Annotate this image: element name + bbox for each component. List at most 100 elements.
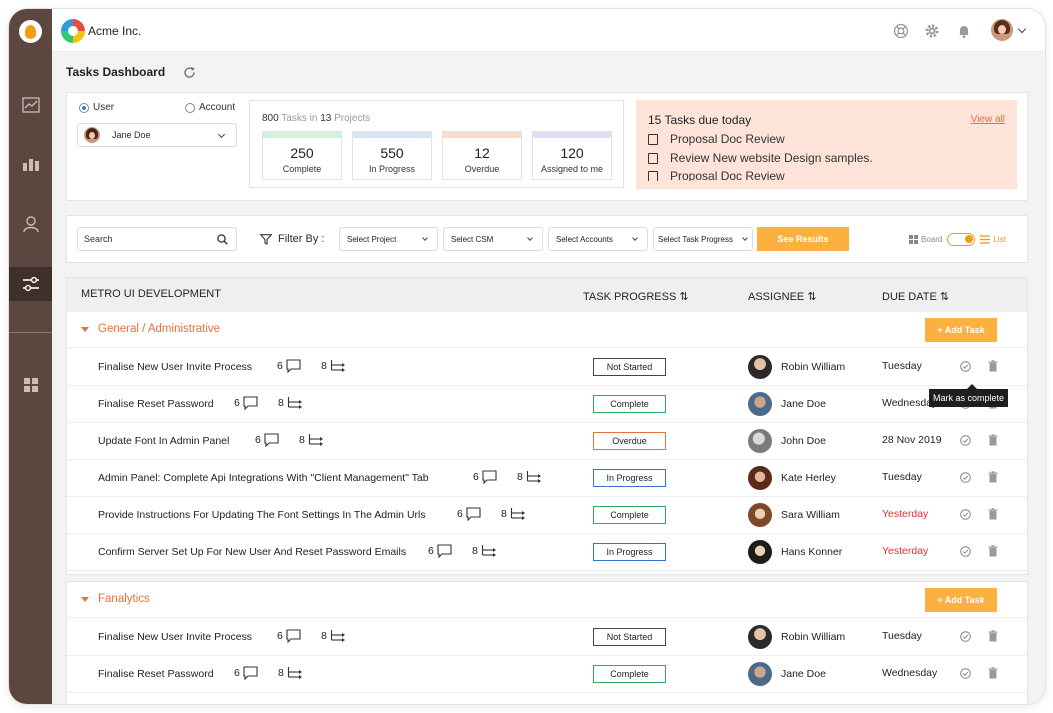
view-toggle[interactable]: Board List bbox=[909, 233, 1006, 246]
comment-count[interactable]: 6 bbox=[428, 544, 452, 558]
status-badge[interactable]: In Progress bbox=[593, 469, 666, 487]
subtask-count[interactable]: 8 bbox=[517, 470, 542, 483]
view-all-link[interactable]: View all bbox=[971, 114, 1005, 125]
comment-count[interactable]: 6 bbox=[473, 470, 497, 484]
status-badge[interactable]: Not Started bbox=[593, 628, 666, 646]
assignee-name[interactable]: Jane Doe bbox=[781, 398, 826, 410]
table-row[interactable]: Provide Instructions For Updating The Fo… bbox=[67, 497, 1027, 534]
search-icon[interactable] bbox=[217, 234, 228, 245]
column-assignee[interactable]: ASSIGNEE ⇅ bbox=[748, 290, 817, 303]
task-name[interactable]: Finalise Reset Password bbox=[98, 398, 214, 410]
mark-complete-icon[interactable] bbox=[960, 509, 971, 520]
assignee-name[interactable]: Kate Herley bbox=[781, 472, 836, 484]
comment-count[interactable]: 6 bbox=[255, 433, 279, 447]
table-row[interactable]: Update Font In Admin Panel 6 8 Overdue John … bbox=[67, 423, 1027, 460]
see-results-button[interactable]: See Results bbox=[757, 227, 849, 251]
scope-radio-account[interactable]: Account bbox=[185, 102, 235, 113]
table-row[interactable]: Admin Panel: Complete Api Integrations W… bbox=[67, 460, 1027, 497]
trash-icon[interactable] bbox=[988, 545, 998, 557]
table-row[interactable]: Finalise New User Invite Process 6 8 Not St… bbox=[67, 619, 1027, 656]
due-item[interactable]: Review New website Design samples. bbox=[648, 151, 873, 165]
app-logo[interactable] bbox=[19, 20, 42, 43]
status-badge[interactable]: In Progress bbox=[593, 543, 666, 561]
table-row[interactable]: Confirm Server Set Up For New User And R… bbox=[67, 534, 1027, 571]
user-avatar[interactable] bbox=[991, 19, 1013, 41]
group-title[interactable]: Fanalytics bbox=[98, 593, 150, 605]
status-badge[interactable]: Not Started bbox=[593, 358, 666, 376]
subtask-count[interactable]: 8 bbox=[278, 666, 303, 679]
select-project-dropdown[interactable]: Select Project bbox=[339, 227, 438, 251]
task-name[interactable]: Update Font In Admin Panel bbox=[98, 435, 229, 447]
add-task-button[interactable]: + Add Task bbox=[925, 588, 997, 612]
group-title[interactable]: General / Administrative bbox=[98, 323, 220, 335]
caret-down-icon[interactable] bbox=[81, 597, 89, 602]
stat-in-progress[interactable]: 550 In Progress bbox=[352, 131, 432, 180]
assignee-name[interactable]: Jane Doe bbox=[781, 668, 826, 680]
table-row[interactable]: Finalise Reset Password 6 8 Complete Jane Do… bbox=[67, 656, 1027, 693]
subtask-count[interactable]: 8 bbox=[321, 629, 346, 642]
trash-icon[interactable] bbox=[988, 471, 998, 483]
due-item[interactable]: Proposal Doc Review bbox=[648, 169, 785, 181]
trash-icon[interactable] bbox=[988, 667, 998, 679]
refresh-icon[interactable] bbox=[183, 66, 196, 79]
subtask-count[interactable]: 8 bbox=[321, 359, 346, 372]
sidebar-item-reports[interactable] bbox=[9, 147, 52, 181]
caret-down-icon[interactable] bbox=[81, 327, 89, 332]
subtask-count[interactable]: 8 bbox=[472, 544, 497, 557]
assignee-name[interactable]: Robin William bbox=[781, 361, 845, 373]
sidebar-item-users[interactable] bbox=[9, 207, 52, 241]
mark-complete-icon[interactable] bbox=[960, 435, 971, 446]
select-csm-dropdown[interactable]: Select CSM bbox=[443, 227, 543, 251]
scope-radio-user[interactable]: User bbox=[79, 102, 114, 113]
assignee-name[interactable]: John Doe bbox=[781, 435, 826, 447]
mark-complete-icon[interactable] bbox=[960, 631, 971, 642]
assignee-name[interactable]: Sara William bbox=[781, 509, 840, 521]
subtask-count[interactable]: 8 bbox=[299, 433, 324, 446]
column-due-date[interactable]: DUE DATE ⇅ bbox=[882, 290, 949, 303]
bell-icon[interactable] bbox=[956, 23, 972, 39]
comment-count[interactable]: 6 bbox=[234, 666, 258, 680]
task-name[interactable]: Provide Instructions For Updating The Fo… bbox=[98, 509, 426, 521]
trash-icon[interactable] bbox=[988, 360, 998, 372]
trash-icon[interactable] bbox=[988, 508, 998, 520]
subtask-count[interactable]: 8 bbox=[501, 507, 526, 520]
sidebar-item-tasks[interactable] bbox=[9, 267, 52, 301]
assignee-name[interactable]: Hans Konner bbox=[781, 546, 842, 558]
stat-assigned[interactable]: 120 Assigned to me bbox=[532, 131, 612, 180]
subtask-count[interactable]: 8 bbox=[278, 396, 303, 409]
task-name[interactable]: Finalise Reset Password bbox=[98, 668, 214, 680]
support-icon[interactable] bbox=[893, 23, 909, 39]
select-accounts-dropdown[interactable]: Select Accounts bbox=[548, 227, 648, 251]
trash-icon[interactable] bbox=[988, 630, 998, 642]
select-task-progress-dropdown[interactable]: Select Task Progress bbox=[653, 227, 753, 251]
mark-complete-icon[interactable] bbox=[960, 546, 971, 557]
gear-icon[interactable] bbox=[924, 23, 940, 39]
comment-count[interactable]: 6 bbox=[234, 396, 258, 410]
status-badge[interactable]: Overdue bbox=[593, 432, 666, 450]
task-name[interactable]: Confirm Server Set Up For New User And R… bbox=[98, 546, 406, 558]
task-name[interactable]: Admin Panel: Complete Api Integrations W… bbox=[98, 472, 429, 484]
column-task-progress[interactable]: TASK PROGRESS ⇅ bbox=[583, 290, 689, 303]
assignee-name[interactable]: Robin William bbox=[781, 631, 845, 643]
task-name[interactable]: Finalise New User Invite Process bbox=[98, 631, 252, 643]
table-row[interactable]: Finalise Reset Password 6 8 Complete Jane Do… bbox=[67, 386, 1027, 423]
mark-complete-icon[interactable] bbox=[960, 361, 971, 372]
status-badge[interactable]: Complete bbox=[593, 395, 666, 413]
status-badge[interactable]: Complete bbox=[593, 665, 666, 683]
comment-count[interactable]: 6 bbox=[457, 507, 481, 521]
user-select[interactable]: Jane Doe bbox=[77, 123, 237, 147]
add-task-button[interactable]: + Add Task bbox=[925, 318, 997, 342]
status-badge[interactable]: Complete bbox=[593, 506, 666, 524]
mark-complete-icon[interactable] bbox=[960, 668, 971, 679]
trash-icon[interactable] bbox=[988, 434, 998, 446]
chevron-down-icon[interactable] bbox=[1017, 24, 1027, 34]
sidebar-item-apps[interactable] bbox=[9, 368, 52, 402]
task-name[interactable]: Finalise New User Invite Process bbox=[98, 361, 252, 373]
table-row[interactable]: Finalise New User Invite Process 6 8 Not St… bbox=[67, 349, 1027, 386]
search-input[interactable]: Search bbox=[77, 227, 237, 251]
comment-count[interactable]: 6 bbox=[277, 629, 301, 643]
stat-complete[interactable]: 250 Complete bbox=[262, 131, 342, 180]
sidebar-item-analytics[interactable] bbox=[9, 88, 52, 122]
comment-count[interactable]: 6 bbox=[277, 359, 301, 373]
stat-overdue[interactable]: 12 Overdue bbox=[442, 131, 522, 180]
